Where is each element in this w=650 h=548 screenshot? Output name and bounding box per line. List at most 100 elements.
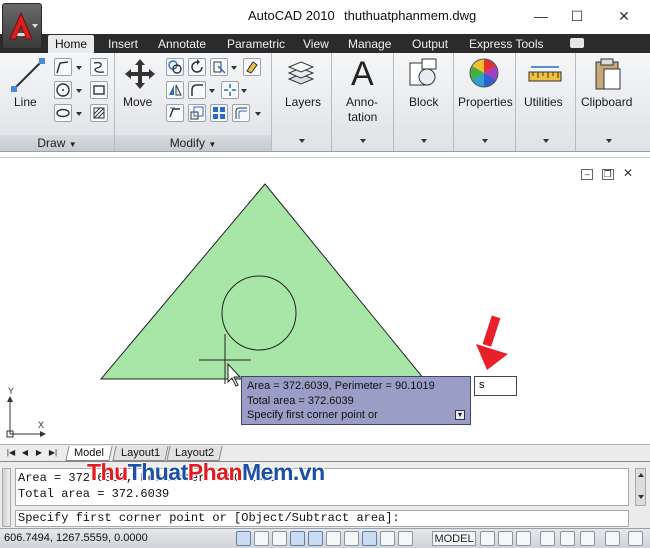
first-tab-icon[interactable]: |◀: [6, 447, 16, 459]
tab-express-tools[interactable]: Express Tools: [462, 35, 550, 53]
tooltip-line-2: Total area = 372.6039: [247, 394, 354, 407]
watermark-part-2: Thuat: [127, 459, 189, 485]
status-menu-icon[interactable]: [628, 531, 643, 546]
annotation-label-line1: Anno-: [346, 95, 379, 109]
tab-insert[interactable]: Insert: [101, 35, 145, 53]
next-tab-icon[interactable]: ▶: [34, 447, 44, 459]
scroll-up-icon[interactable]: [637, 473, 644, 477]
chevron-down-icon[interactable]: [231, 66, 237, 70]
erase-tool-button[interactable]: [243, 58, 261, 76]
command-scrollbar[interactable]: [635, 468, 646, 506]
move-tool-button[interactable]: [123, 57, 157, 91]
clean-screen-icon[interactable]: [605, 531, 620, 546]
viewport-minimize-button[interactable]: –: [581, 169, 594, 180]
chevron-down-icon[interactable]: [421, 139, 427, 143]
ellipse-tool-button[interactable]: [54, 104, 72, 122]
status-bar: 606.7494, 1267.5559, 0.0000 MODEL: [0, 528, 650, 548]
line-tool-button[interactable]: [10, 57, 46, 93]
tab-home[interactable]: Home: [48, 35, 95, 53]
last-tab-icon[interactable]: ▶|: [48, 447, 58, 459]
dynamic-input-field[interactable]: s: [474, 376, 517, 396]
polyline-tool-button[interactable]: [54, 58, 72, 76]
tab-manage[interactable]: Manage: [341, 35, 398, 53]
chevron-down-icon[interactable]: [299, 139, 305, 143]
chevron-down-icon[interactable]: [360, 139, 366, 143]
maximize-button[interactable]: ☐: [563, 6, 591, 26]
ortho-mode-icon[interactable]: [272, 531, 287, 546]
mirror-tool-button[interactable]: [166, 81, 184, 99]
chevron-down-icon[interactable]: [76, 89, 82, 93]
quick-view-drawings-icon[interactable]: [498, 531, 513, 546]
ucs-icon: Y X: [6, 386, 46, 438]
layers-panel[interactable]: Layers: [272, 53, 332, 151]
draw-panel-title[interactable]: Draw ▼: [0, 135, 114, 151]
close-button[interactable]: ✕: [610, 6, 638, 26]
scroll-down-icon[interactable]: [637, 495, 644, 499]
clipboard-panel[interactable]: Clipboard: [576, 53, 642, 151]
lineweight-icon[interactable]: [380, 531, 395, 546]
modify-panel-title[interactable]: Modify ▼: [115, 135, 271, 151]
polar-tracking-icon[interactable]: [290, 531, 305, 546]
tooltip-expand-icon[interactable]: ▾: [455, 410, 465, 420]
quick-view-layouts-icon[interactable]: [480, 531, 495, 546]
chevron-down-icon[interactable]: [255, 112, 261, 116]
annotation-scale-icon[interactable]: [516, 531, 531, 546]
utilities-panel[interactable]: Utilities: [516, 53, 576, 151]
snap-mode-icon[interactable]: [236, 531, 251, 546]
stretch-tool-button[interactable]: [166, 104, 184, 122]
dynamic-input-icon[interactable]: [362, 531, 377, 546]
chevron-down-icon[interactable]: [482, 139, 488, 143]
minimize-button[interactable]: —: [527, 6, 555, 26]
rotate-tool-button[interactable]: [188, 58, 206, 76]
chevron-down-icon[interactable]: [241, 89, 247, 93]
object-snap-icon[interactable]: [308, 531, 323, 546]
viewport-close-button[interactable]: ✕: [622, 167, 634, 180]
object-snap-tracking-icon[interactable]: [326, 531, 341, 546]
ucs-x-label: X: [38, 420, 44, 430]
viewport-restore-button[interactable]: ❐: [601, 169, 614, 180]
explode-tool-button[interactable]: [221, 81, 239, 99]
application-menu-button[interactable]: [2, 3, 42, 49]
properties-label: Properties: [458, 95, 513, 109]
workspace-switching-icon[interactable]: [540, 531, 555, 546]
dynamic-ucs-icon[interactable]: [344, 531, 359, 546]
spline-tool-button[interactable]: [90, 58, 108, 76]
lock-icon[interactable]: [560, 531, 575, 546]
layers-icon: [285, 57, 317, 89]
copy-tool-button[interactable]: [166, 58, 184, 76]
ribbon-minimize-toggle[interactable]: [570, 38, 584, 48]
quick-properties-icon[interactable]: [398, 531, 413, 546]
fillet-tool-button[interactable]: [188, 81, 206, 99]
layers-label: Layers: [285, 95, 322, 109]
scale-tool-button[interactable]: [188, 104, 206, 122]
chevron-down-icon[interactable]: [76, 112, 82, 116]
tab-view[interactable]: View: [296, 35, 336, 53]
block-panel[interactable]: Block: [394, 53, 454, 151]
model-space-button[interactable]: MODEL: [432, 531, 476, 546]
chevron-down-icon[interactable]: [543, 139, 549, 143]
offset-tool-button[interactable]: [232, 104, 250, 122]
trim-tool-button[interactable]: [210, 58, 228, 76]
array-tool-button[interactable]: [210, 104, 228, 122]
rectangle-tool-button[interactable]: [90, 81, 108, 99]
hatch-tool-button[interactable]: [90, 104, 108, 122]
annotation-panel[interactable]: A Anno- tation: [332, 53, 394, 151]
ucs-y-label: Y: [8, 386, 14, 396]
history-line-2: Total area = 372.6039: [18, 487, 170, 501]
properties-panel[interactable]: Properties: [454, 53, 516, 151]
command-prompt-input[interactable]: Specify first corner point or [Object/Su…: [15, 510, 629, 527]
prev-tab-icon[interactable]: ◀: [20, 447, 30, 459]
tab-output[interactable]: Output: [405, 35, 455, 53]
command-line-grip[interactable]: [2, 468, 11, 527]
tab-annotate[interactable]: Annotate: [151, 35, 213, 53]
chevron-down-icon[interactable]: [76, 66, 82, 70]
circle-tool-button[interactable]: [54, 81, 72, 99]
mirror-icon: [169, 84, 182, 96]
app-title: AutoCAD 2010: [248, 8, 335, 23]
tray-settings-icon[interactable]: [580, 531, 595, 546]
grid-display-icon[interactable]: [254, 531, 269, 546]
tab-parametric[interactable]: Parametric: [220, 35, 292, 53]
chevron-down-icon[interactable]: [209, 89, 215, 93]
clipboard-label: Clipboard: [581, 95, 633, 109]
chevron-down-icon[interactable]: [606, 139, 612, 143]
